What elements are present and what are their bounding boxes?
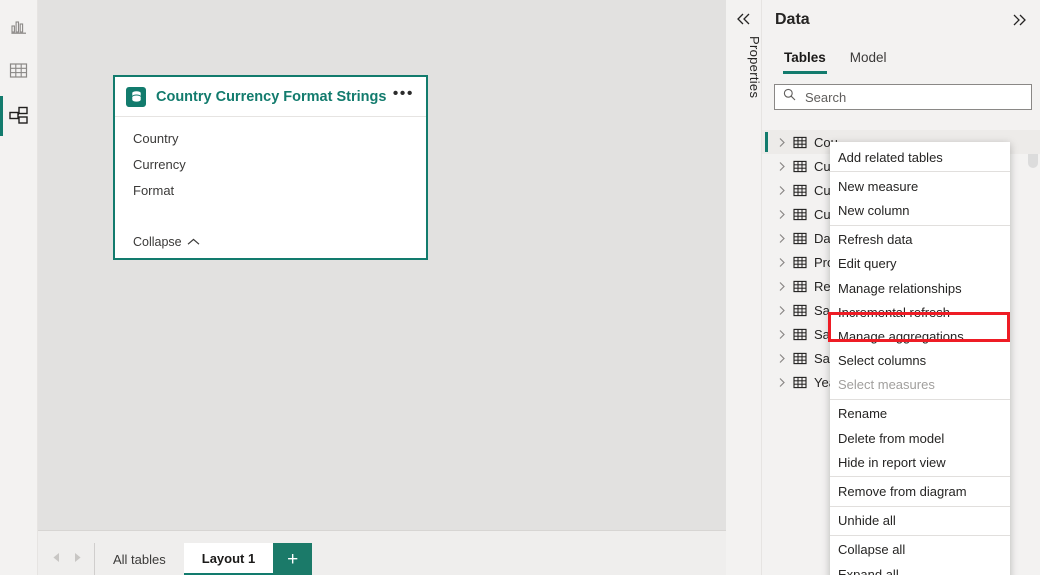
view-accent-model: [0, 96, 3, 136]
table-grid-icon: [790, 352, 810, 365]
view-button-data[interactable]: [0, 51, 38, 91]
data-pane-tabs: Tables Model: [762, 40, 1040, 74]
table-grid-icon: [790, 256, 810, 269]
context-menu-item-add-related-tables[interactable]: Add related tables: [830, 145, 1010, 169]
table-list-item-accent: [765, 132, 768, 152]
chevron-left-icon[interactable]: [46, 550, 67, 568]
double-chevron-left-icon[interactable]: [726, 12, 761, 26]
table-context-menu[interactable]: Add related tables New measure New column R…: [830, 142, 1010, 575]
chevron-right-icon[interactable]: [774, 137, 790, 148]
collapse-label: Collapse: [133, 235, 182, 249]
model-canvas[interactable]: Country Currency Format Strings ••• Coun…: [38, 0, 726, 530]
table-field-currency[interactable]: Currency: [133, 152, 426, 178]
context-menu-separator: [830, 171, 1010, 173]
context-menu-item-incremental-refresh[interactable]: Incremental refresh: [830, 300, 1010, 324]
table-field-country[interactable]: Country: [133, 126, 426, 152]
context-menu-separator: [830, 505, 1010, 507]
search-input[interactable]: [803, 88, 1023, 106]
view-button-model[interactable]: [0, 96, 38, 136]
tab-model[interactable]: Model: [838, 40, 899, 74]
table-card-title: Country Currency Format Strings: [156, 88, 387, 105]
table-grid-icon: [790, 328, 810, 341]
chevron-right-icon[interactable]: [67, 550, 88, 568]
context-menu-item-select-measures: Select measures: [838, 377, 935, 393]
table-grid-icon: [9, 62, 29, 80]
context-menu-item-select-columns[interactable]: Select columns: [830, 349, 1010, 373]
table-card-country-currency-format-strings[interactable]: Country Currency Format Strings ••• Coun…: [113, 75, 428, 260]
model-diagram-icon: [8, 106, 30, 126]
add-layout-button[interactable]: +: [273, 543, 313, 575]
context-menu-item-remove-from-diagram[interactable]: Remove from diagram: [830, 479, 1010, 503]
search-icon: [783, 88, 796, 106]
view-button-report[interactable]: [0, 6, 38, 46]
context-menu-item-unhide-all[interactable]: Unhide all: [830, 509, 1010, 533]
context-menu-item-edit-query[interactable]: Edit query: [830, 252, 1010, 276]
chevron-right-icon[interactable]: [774, 185, 790, 196]
context-menu-separator: [830, 534, 1010, 536]
table-field-format[interactable]: Format: [133, 178, 426, 204]
context-menu-item-new-measure[interactable]: New measure: [830, 174, 1010, 198]
search-box[interactable]: [774, 84, 1032, 110]
view-accent-report: [0, 6, 3, 46]
view-switcher-rail: [0, 0, 38, 575]
table-card-more-button[interactable]: •••: [391, 85, 416, 105]
tab-layout-1[interactable]: Layout 1: [183, 543, 274, 575]
table-grid-icon: [790, 232, 810, 245]
chevron-right-icon[interactable]: [774, 329, 790, 340]
context-menu-separator: [830, 476, 1010, 478]
double-chevron-right-icon[interactable]: [1011, 13, 1028, 27]
table-card-collapse-button[interactable]: Collapse: [133, 235, 200, 249]
context-menu-item-collapse-all[interactable]: Collapse all: [830, 538, 1010, 562]
chevron-right-icon[interactable]: [774, 257, 790, 268]
context-menu-item-rename[interactable]: Rename: [830, 402, 1010, 426]
chevron-right-icon[interactable]: [774, 209, 790, 220]
chevron-right-icon[interactable]: [774, 161, 790, 172]
power-bi-model-view: Country Currency Format Strings ••• Coun…: [0, 0, 1040, 575]
chevron-right-icon[interactable]: [774, 305, 790, 316]
database-table-icon: [126, 86, 146, 107]
context-menu-item-manage-aggregations[interactable]: Manage aggregations: [830, 324, 1010, 348]
context-menu-item-manage-relationships[interactable]: Manage relationships: [830, 276, 1010, 300]
context-menu-item-new-column[interactable]: New column: [830, 198, 1010, 222]
chevron-right-icon[interactable]: [774, 233, 790, 244]
data-pane-header: Data: [762, 0, 1040, 40]
properties-pane-label: Properties: [747, 36, 762, 99]
table-grid-icon: [790, 136, 810, 149]
layout-tabbar: All tables Layout 1 +: [38, 531, 726, 575]
data-pane-search-wrap: [762, 74, 1040, 110]
context-menu-item-delete-from-model[interactable]: Delete from model: [830, 426, 1010, 450]
bar-chart-icon: [10, 17, 29, 36]
context-menu-separator: [830, 224, 1010, 226]
layout-tabbar-container: All tables Layout 1 +: [38, 530, 726, 575]
table-grid-icon: [790, 376, 810, 389]
table-card-header: Country Currency Format Strings •••: [115, 77, 426, 117]
table-grid-icon: [790, 160, 810, 173]
properties-pane-collapsed[interactable]: Properties: [726, 0, 762, 575]
table-grid-icon: [790, 208, 810, 221]
data-pane-title: Data: [775, 11, 810, 28]
table-grid-icon: [790, 304, 810, 317]
context-menu-item-refresh-data[interactable]: Refresh data: [830, 228, 1010, 252]
context-menu-item-expand-all[interactable]: Expand all: [830, 562, 1010, 575]
chevron-right-icon[interactable]: [774, 281, 790, 292]
table-grid-icon: [790, 184, 810, 197]
tab-tables[interactable]: Tables: [772, 40, 838, 74]
chevron-up-icon: [187, 235, 200, 249]
context-menu-item-hide-in-report-view[interactable]: Hide in report view: [830, 450, 1010, 474]
tab-nav-arrows: [38, 543, 95, 575]
chevron-right-icon[interactable]: [774, 377, 790, 388]
chevron-right-icon[interactable]: [774, 353, 790, 364]
tab-all-tables[interactable]: All tables: [95, 543, 184, 575]
table-card-field-list: Country Currency Format: [115, 117, 426, 204]
view-accent-data: [0, 51, 3, 91]
context-menu-separator: [830, 398, 1010, 400]
table-grid-icon: [790, 280, 810, 293]
